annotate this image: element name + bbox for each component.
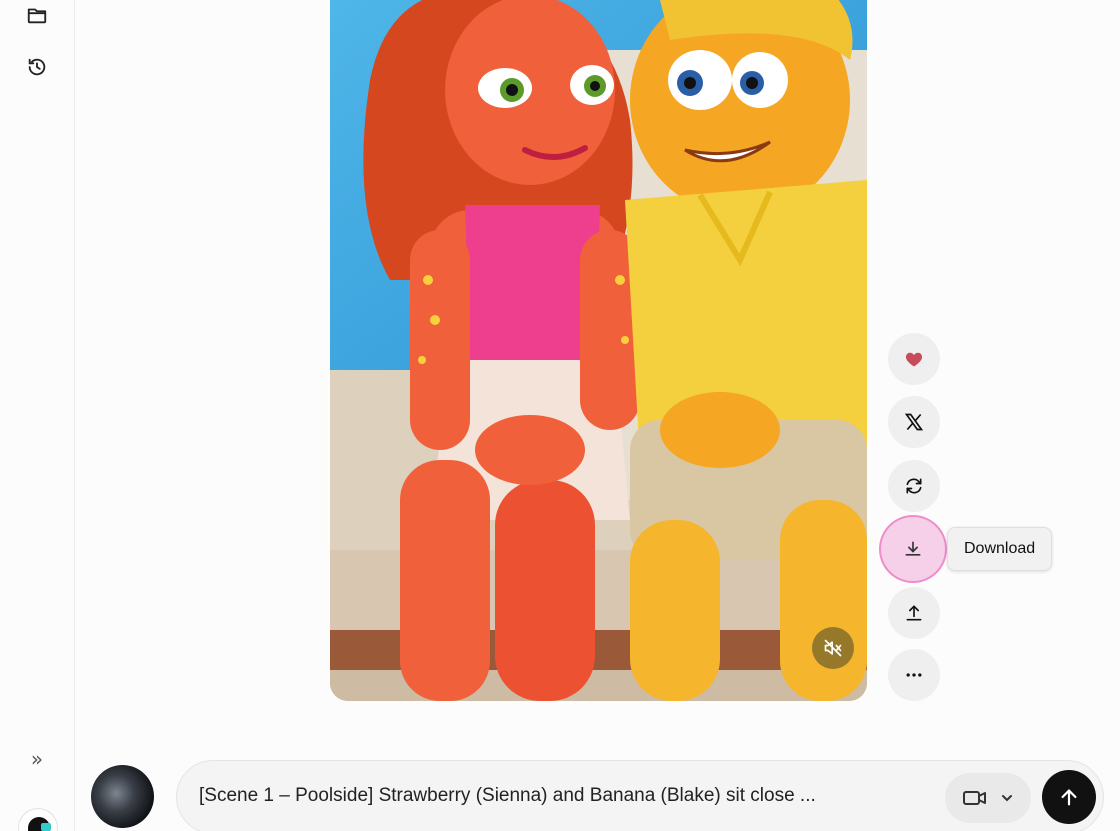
upload-icon	[906, 605, 922, 621]
download-tooltip: Download	[947, 527, 1053, 571]
generated-video[interactable]	[330, 0, 867, 701]
history-icon[interactable]	[24, 54, 50, 80]
folder-icon[interactable]	[24, 2, 50, 28]
share-button[interactable]	[888, 587, 940, 639]
speaker-muted-icon	[824, 639, 842, 657]
reference-image-thumbnail[interactable]	[91, 765, 154, 828]
like-button[interactable]	[888, 333, 940, 385]
x-logo-icon	[904, 413, 924, 431]
prompt-input[interactable]: [Scene 1 – Poolside] Strawberry (Sienna)…	[199, 785, 939, 807]
heart-icon	[905, 352, 923, 367]
avatar-accent	[41, 823, 51, 831]
download-icon	[905, 541, 921, 556]
prompt-composer: [Scene 1 – Poolside] Strawberry (Sienna)…	[176, 760, 1104, 831]
more-options-button[interactable]	[888, 649, 940, 701]
mode-select[interactable]	[945, 773, 1031, 823]
arrow-up-icon	[1061, 789, 1077, 806]
expand-icon[interactable]: »	[24, 746, 50, 772]
chevron-down-icon	[1002, 795, 1012, 802]
refresh-icon	[906, 478, 922, 494]
mute-toggle-button[interactable]	[812, 627, 854, 669]
send-button[interactable]	[1042, 770, 1096, 824]
regenerate-button[interactable]	[888, 460, 940, 512]
ellipsis-icon	[906, 673, 922, 677]
share-x-button[interactable]	[888, 396, 940, 448]
video-camera-icon	[963, 791, 986, 805]
user-avatar[interactable]	[18, 808, 58, 831]
sidebar: »	[0, 0, 75, 831]
download-button[interactable]	[881, 517, 945, 581]
